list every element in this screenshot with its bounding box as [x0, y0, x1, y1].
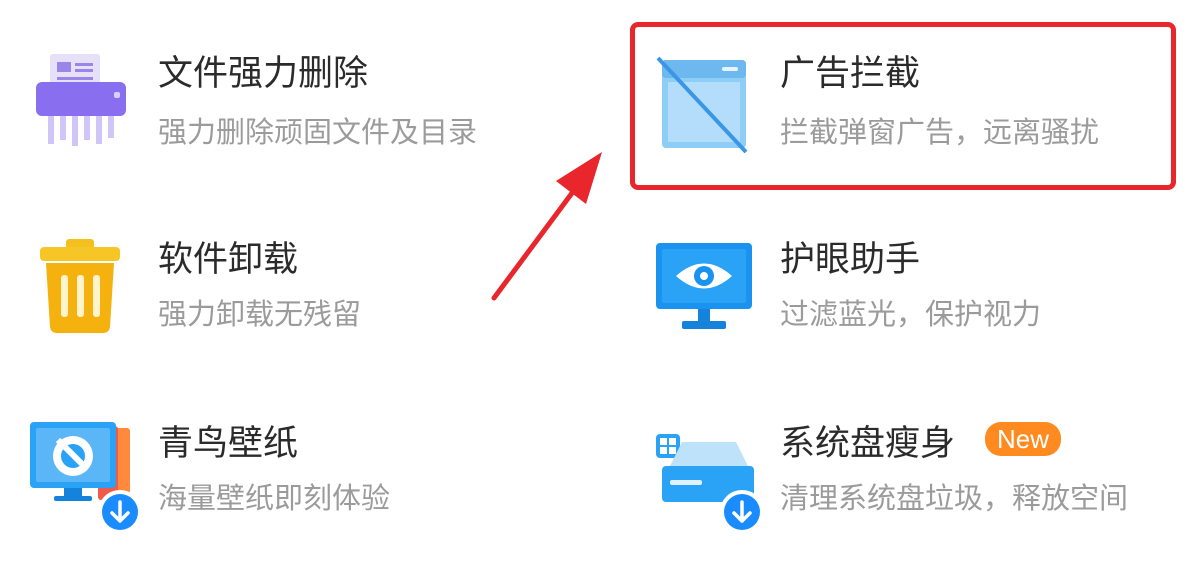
tool-title: 广告拦截	[780, 54, 921, 94]
tool-title: 青鸟壁纸	[158, 424, 299, 464]
tool-title: 软件卸载	[158, 240, 299, 280]
tool-system-disk-cleanup[interactable]: 系统盘瘦身 New 清理系统盘垃圾，释放空间	[620, 390, 1200, 562]
tool-eye-care[interactable]: 护眼助手 过滤蓝光，保护视力	[620, 205, 1200, 375]
tool-title: 文件强力删除	[158, 54, 369, 94]
tool-software-uninstall[interactable]: 软件卸载 强力卸载无残留	[0, 205, 600, 375]
tool-desc: 强力卸载无残留	[158, 297, 362, 331]
tool-ad-block[interactable]: 广告拦截 拦截弹窗广告，远离骚扰	[620, 0, 1200, 190]
tool-title: 护眼助手	[780, 240, 921, 280]
disk-cleanup-icon	[652, 420, 772, 540]
tool-desc: 清理系统盘垃圾，释放空间	[780, 481, 1129, 515]
tool-file-shredder[interactable]: 文件强力删除 强力删除顽固文件及目录	[0, 0, 600, 190]
new-badge: New	[985, 422, 1062, 456]
eye-monitor-icon	[654, 239, 754, 339]
tool-title: 系统盘瘦身	[780, 424, 956, 464]
trash-can-icon	[30, 237, 130, 337]
tool-desc: 强力删除顽固文件及目录	[158, 115, 478, 149]
tool-wallpaper[interactable]: 青鸟壁纸 海量壁纸即刻体验	[0, 390, 600, 562]
wallpaper-icon	[28, 420, 148, 540]
tool-desc: 过滤蓝光，保护视力	[780, 297, 1042, 331]
tool-desc: 海量壁纸即刻体验	[158, 481, 391, 515]
ad-block-icon	[654, 56, 754, 156]
tool-desc: 拦截弹窗广告，远离骚扰	[780, 115, 1100, 149]
shredder-icon	[30, 50, 130, 150]
